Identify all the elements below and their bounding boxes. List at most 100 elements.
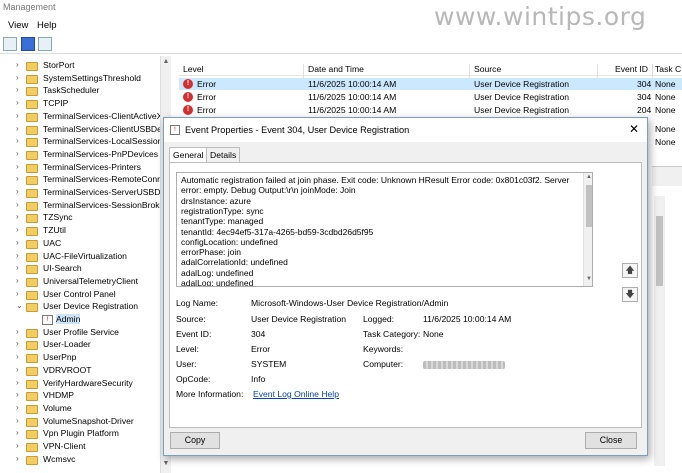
chevron-right-icon[interactable]: › xyxy=(16,85,24,94)
column-separator[interactable] xyxy=(652,64,653,78)
menu-view[interactable]: View xyxy=(8,20,28,31)
chevron-right-icon[interactable]: › xyxy=(16,200,24,209)
action-pane-icon[interactable] xyxy=(38,37,52,51)
tab-details[interactable]: Details xyxy=(206,147,241,162)
chevron-right-icon[interactable]: › xyxy=(16,111,24,120)
tree-item[interactable]: › TZSync xyxy=(0,212,160,225)
scroll-down-icon[interactable]: ▼ xyxy=(585,276,592,282)
show-hide-tree-icon[interactable] xyxy=(3,37,17,51)
chevron-right-icon[interactable]: › xyxy=(16,276,24,285)
tree-item[interactable]: › TerminalServices-PnPDevices xyxy=(0,149,160,162)
chevron-down-icon[interactable]: ⌄ xyxy=(16,301,24,310)
scroll-down-icon[interactable]: ▼ xyxy=(162,460,170,467)
tree-item[interactable]: › UniversalTelemetryClient xyxy=(0,276,160,289)
tree-item[interactable]: › TerminalServices-ClientActiveX xyxy=(0,111,162,124)
tree-item[interactable]: › VolumeSnapshot-Driver xyxy=(0,416,160,429)
chevron-right-icon[interactable]: › xyxy=(16,225,24,234)
chevron-right-icon[interactable]: › xyxy=(16,149,24,158)
chevron-right-icon[interactable]: › xyxy=(16,378,24,387)
scroll-thumb[interactable] xyxy=(656,216,663,286)
tree-item[interactable]: › User Control Panel xyxy=(0,289,160,302)
chevron-right-icon[interactable]: › xyxy=(16,98,24,107)
chevron-right-icon[interactable]: › xyxy=(16,124,24,133)
menu-help[interactable]: Help xyxy=(37,20,57,31)
tree-item[interactable]: › Volume xyxy=(0,403,160,416)
tree-item[interactable]: › StorPort xyxy=(0,60,160,73)
tree-item[interactable]: › TerminalServices-ClientUSBDev xyxy=(0,124,166,137)
tree-item[interactable]: › UserPnp xyxy=(0,352,160,365)
chevron-right-icon[interactable]: › xyxy=(16,454,24,463)
tree-item[interactable]: › TerminalServices-SessionBroker xyxy=(0,200,167,213)
chevron-right-icon[interactable]: › xyxy=(16,212,24,221)
chevron-right-icon[interactable]: › xyxy=(16,441,24,450)
col-source[interactable]: Source xyxy=(474,64,501,74)
column-separator[interactable] xyxy=(469,64,470,78)
scroll-thumb[interactable] xyxy=(586,185,592,227)
preview-scrollbar[interactable] xyxy=(654,196,665,466)
tree-item[interactable]: › VerifyHardwareSecurity xyxy=(0,378,160,391)
close-icon[interactable]: ✕ xyxy=(629,122,639,136)
scroll-up-icon[interactable]: ▲ xyxy=(585,174,592,180)
close-button[interactable]: Close xyxy=(585,432,637,449)
chevron-right-icon[interactable]: › xyxy=(16,263,24,272)
tab-general[interactable]: General xyxy=(169,147,208,163)
tree-item[interactable]: › SystemSettingsThreshold xyxy=(0,73,160,86)
chevron-right-icon[interactable]: › xyxy=(16,352,24,361)
chevron-right-icon[interactable]: › xyxy=(16,162,24,171)
chevron-right-icon[interactable]: › xyxy=(16,238,24,247)
scroll-up-icon[interactable]: ▲ xyxy=(162,58,170,65)
tree-item[interactable]: › Wcmsvc xyxy=(0,454,160,467)
event-log-online-help-link[interactable]: Event Log Online Help xyxy=(253,389,339,399)
column-separator[interactable] xyxy=(597,64,598,78)
chevron-right-icon[interactable]: › xyxy=(16,403,24,412)
chevron-right-icon[interactable]: › xyxy=(16,187,24,196)
column-separator[interactable] xyxy=(303,64,304,78)
previous-event-button[interactable]: 🡅 xyxy=(622,263,638,278)
chevron-right-icon[interactable]: › xyxy=(16,365,24,374)
tree-item[interactable]: › Vpn Plugin Platform xyxy=(0,428,160,441)
chevron-right-icon[interactable]: › xyxy=(16,390,24,399)
chevron-right-icon[interactable]: › xyxy=(16,136,24,145)
tree-item[interactable]: › TerminalServices-LocalSession xyxy=(0,136,162,149)
tree-item[interactable]: ! Admin xyxy=(0,314,160,327)
chevron-right-icon[interactable]: › xyxy=(16,60,24,69)
table-row[interactable]: ! Error 11/6/2025 10:00:14 AM User Device R… xyxy=(179,91,682,103)
copy-button[interactable]: Copy xyxy=(170,432,220,449)
tree-item[interactable]: › TCPIP xyxy=(0,98,160,111)
tree-item[interactable]: › TaskScheduler xyxy=(0,85,160,98)
table-row[interactable]: ! Error 11/6/2025 10:00:14 AM User Device R… xyxy=(179,78,682,90)
tree-item[interactable]: › TerminalServices-ServerUSBDev xyxy=(0,187,170,200)
event-message-box[interactable]: adalLog: undefined adalLog: undefined adal… xyxy=(176,172,593,287)
chevron-right-icon[interactable]: › xyxy=(16,251,24,260)
list-header: Level Date and Time Source Event ID Task… xyxy=(179,60,682,78)
chevron-right-icon[interactable]: › xyxy=(16,289,24,298)
tree-item[interactable]: › TerminalServices-RemoteConne xyxy=(0,174,167,187)
chevron-right-icon[interactable]: › xyxy=(16,73,24,82)
col-level[interactable]: Level xyxy=(183,64,204,74)
next-event-button[interactable]: 🡇 xyxy=(622,287,638,302)
tree-item[interactable]: ⌄ User Device Registration xyxy=(0,301,160,314)
col-task[interactable]: Task C xyxy=(655,64,681,74)
col-event-id[interactable]: Event ID xyxy=(615,64,648,74)
chevron-right-icon[interactable]: › xyxy=(16,339,24,348)
chevron-right-icon[interactable]: › xyxy=(16,428,24,437)
tree-item[interactable]: › User-Loader xyxy=(0,339,160,352)
help-icon[interactable] xyxy=(21,37,35,51)
dialog-title: Event Properties - Event 304, User Devic… xyxy=(185,125,410,135)
tree-item[interactable]: › TZUtil xyxy=(0,225,160,238)
folder-icon xyxy=(26,74,38,84)
tree-item[interactable]: › VDRVROOT xyxy=(0,365,160,378)
chevron-right-icon[interactable]: › xyxy=(16,174,24,183)
tree-item[interactable]: › UAC xyxy=(0,238,160,251)
chevron-right-icon[interactable]: › xyxy=(16,416,24,425)
table-row[interactable]: ! Error 11/6/2025 10:00:14 AM User Device R… xyxy=(179,104,682,116)
chevron-right-icon[interactable]: › xyxy=(16,327,24,336)
tree-item[interactable]: › TerminalServices-Printers xyxy=(0,162,160,175)
tree-item[interactable]: › UI-Search xyxy=(0,263,160,276)
col-date[interactable]: Date and Time xyxy=(308,64,364,74)
message-scrollbar[interactable]: ▲ ▼ xyxy=(583,173,592,286)
tree-item[interactable]: › VPN-Client xyxy=(0,441,160,454)
tree-item[interactable]: › UAC-FileVirtualization xyxy=(0,251,160,264)
tree-item[interactable]: › User Profile Service xyxy=(0,327,160,340)
tree-item[interactable]: › VHDMP xyxy=(0,390,160,403)
